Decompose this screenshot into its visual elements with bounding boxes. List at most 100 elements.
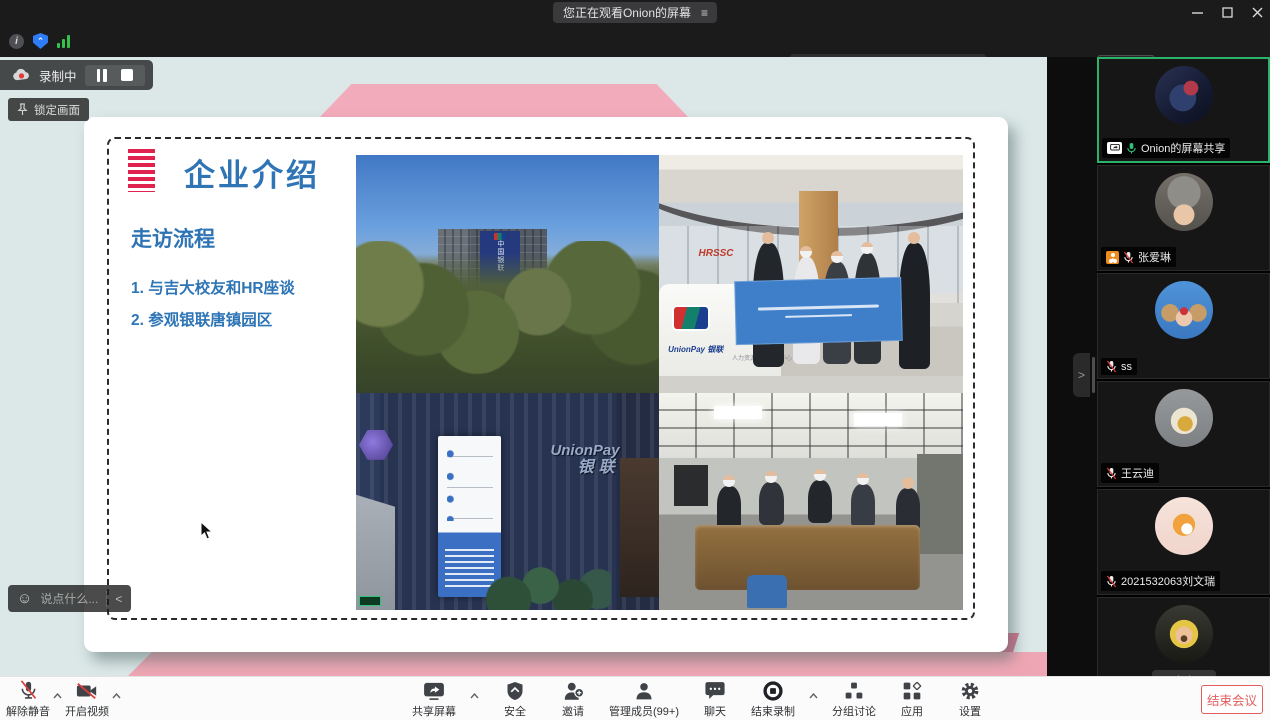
network-signal-icon[interactable] [57, 35, 70, 48]
participant-tile-screen-share[interactable]: Onion的屏幕共享 [1097, 57, 1270, 163]
minimize-button[interactable] [1190, 6, 1204, 20]
mic-options-chevron[interactable] [53, 686, 62, 704]
gear-icon [960, 680, 980, 701]
settings-label: 设置 [959, 703, 981, 719]
participant-tile[interactable]: ss [1097, 273, 1270, 379]
lobby-logo: UnionPay 银联 [550, 443, 619, 477]
sidebar-gap: > [1047, 57, 1097, 676]
security-shield-icon[interactable]: ⌃ [33, 33, 48, 49]
start-video-button[interactable]: 开启视频 [65, 680, 109, 719]
sidebar-collapse-handle[interactable]: > [1073, 353, 1090, 397]
recording-label: 录制中 [39, 66, 77, 85]
avatar [1155, 173, 1213, 231]
meeting-info-menu-icon[interactable]: ≡ [701, 6, 707, 20]
avatar [1155, 281, 1213, 339]
screen-share-view: 企业介绍 走访流程 1. 与吉大校友和HR座谈 2. 参观银联唐镇园区 中国银联 [0, 57, 1047, 676]
settings-button[interactable]: 设置 [948, 680, 992, 719]
slide-deco-pink-bottom [128, 652, 1047, 676]
art [714, 406, 763, 419]
breakout-label: 分组讨论 [832, 703, 876, 719]
art [695, 525, 920, 590]
slide-list-item: 2. 参观银联唐镇园区 [131, 308, 272, 330]
lock-view-button[interactable]: 锁定画面 [8, 98, 89, 121]
art [659, 376, 963, 393]
mic-muted-icon [1106, 467, 1117, 480]
stop-recording-button[interactable]: 结束录制 [751, 680, 795, 719]
recording-options-chevron[interactable] [809, 686, 818, 704]
slide-title: 企业介绍 [184, 150, 320, 195]
photo-meeting-room [659, 393, 963, 610]
security-button[interactable]: 安全 [493, 680, 537, 719]
slide-list-item: 1. 与吉大校友和HR座谈 [131, 276, 295, 298]
presentation-slide: 企业介绍 走访流程 1. 与吉大校友和HR座谈 2. 参观银联唐镇园区 中国银联 [84, 117, 1008, 652]
participant-label: 张爱琳 [1101, 247, 1176, 267]
banner [734, 277, 903, 346]
unmute-label: 解除静音 [6, 703, 50, 719]
participant-name: 王云迪 [1121, 465, 1154, 481]
titlebar: 您正在观看Onion的屏幕 ≡ [0, 0, 1270, 25]
participant-name: 2021532063刘文瑞 [1121, 573, 1215, 589]
art [917, 454, 963, 554]
video-options-chevron[interactable] [112, 686, 121, 704]
security-shield-icon [506, 680, 524, 701]
lobby-logo-cn: 银联 [550, 459, 619, 477]
watching-banner-text: 您正在观看Onion的屏幕 [563, 4, 691, 21]
recording-controls [85, 65, 145, 86]
watching-banner[interactable]: 您正在观看Onion的屏幕 ≡ [553, 2, 717, 23]
participant-label: Onion的屏幕共享 [1102, 138, 1230, 158]
invite-label: 邀请 [562, 703, 584, 719]
art [356, 241, 659, 393]
participant-tile[interactable]: 2021532063刘文瑞 [1097, 489, 1270, 595]
apps-button[interactable]: 应用 [890, 680, 934, 719]
sidebar-grip[interactable] [1092, 357, 1095, 393]
desk-logo-text: UnionPay 银联 [668, 344, 723, 355]
meeting-info-icon[interactable]: i [9, 34, 24, 49]
chat-label: 聊天 [704, 703, 726, 719]
unmute-button[interactable]: 解除静音 [6, 680, 50, 719]
mic-muted-icon [1106, 360, 1117, 373]
meeting-toolbar: 解除静音 开启视频 共享屏幕 [0, 676, 1270, 720]
art [765, 471, 777, 483]
chat-placeholder[interactable]: 说点什么... [40, 590, 98, 607]
host-badge-icon [1106, 251, 1119, 264]
mic-active-icon [1126, 142, 1137, 155]
art [908, 232, 920, 244]
mic-muted-icon [1106, 575, 1117, 588]
art [762, 232, 774, 244]
main-area: 企业介绍 走访流程 1. 与吉大校友和HR座谈 2. 参观银联唐镇园区 中国银联 [0, 57, 1270, 676]
slide-deco-pink-top [318, 84, 690, 119]
members-icon [634, 680, 654, 701]
participant-label: 2021532063刘文瑞 [1101, 571, 1220, 591]
participant-tile[interactable]: 王云迪 [1097, 381, 1270, 487]
share-options-chevron[interactable] [470, 686, 479, 704]
quick-chat-bar[interactable]: ☺ 说点什么... < [8, 585, 131, 612]
participant-tile[interactable]: 张爱琳 [1097, 165, 1270, 271]
maximize-button[interactable] [1220, 6, 1234, 20]
security-label: 安全 [504, 703, 526, 719]
chat-collapse-icon[interactable]: < [115, 592, 122, 606]
stop-recording-button[interactable] [121, 69, 133, 81]
invite-person-icon [563, 680, 584, 701]
art [483, 558, 610, 610]
photo-lobby: UnionPay 银联 [356, 393, 659, 610]
participant-tile[interactable] [1097, 597, 1270, 676]
manage-members-button[interactable]: 管理成员(99+) [609, 680, 679, 719]
art [902, 477, 914, 489]
close-button[interactable] [1250, 6, 1264, 20]
photo-group: HRSSC UnionPay 银联 HR 人力资源共享服务中心 [659, 155, 963, 393]
invite-button[interactable]: 邀请 [551, 680, 595, 719]
art [800, 246, 812, 258]
emoji-icon[interactable]: ☺ [17, 591, 32, 606]
end-meeting-button[interactable]: 结束会议 [1201, 685, 1263, 714]
chat-button[interactable]: 聊天 [693, 680, 737, 719]
share-screen-button[interactable]: 共享屏幕 [412, 680, 456, 719]
slide-logo [128, 149, 155, 192]
cloud-recording-icon [12, 68, 31, 82]
avatar [1155, 605, 1213, 663]
art [620, 458, 659, 597]
pause-recording-button[interactable] [97, 69, 107, 82]
start-video-label: 开启视频 [65, 703, 109, 719]
art [447, 448, 493, 522]
breakout-rooms-button[interactable]: 分组讨论 [832, 680, 876, 719]
art [723, 475, 735, 487]
